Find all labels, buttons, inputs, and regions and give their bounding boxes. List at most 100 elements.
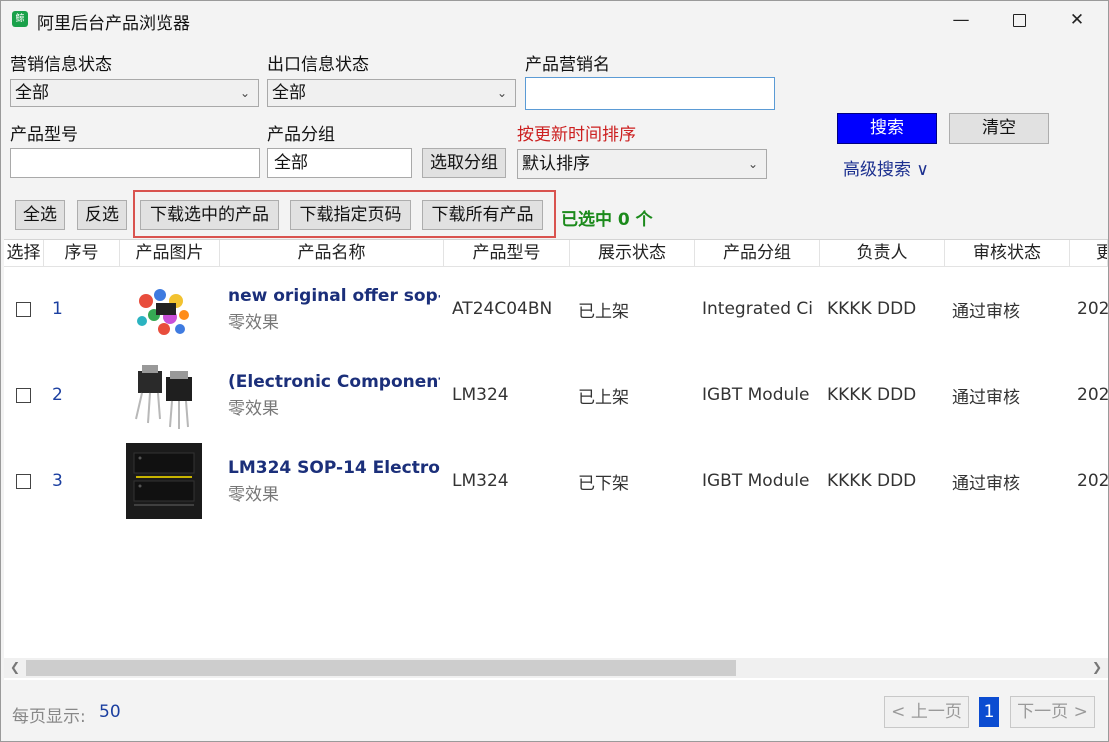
marketing-status-value: 全部	[15, 83, 49, 103]
product-table: 选择 序号 产品图片 产品名称 产品型号 展示状态 产品分组 负责人 审核状态 …	[4, 239, 1108, 680]
row-checkbox[interactable]	[16, 387, 31, 403]
maximize-icon	[1012, 13, 1026, 27]
next-page-button[interactable]: 下一页 >	[1010, 696, 1095, 728]
header-select[interactable]: 选择	[4, 240, 44, 266]
header-image[interactable]: 产品图片	[120, 240, 220, 266]
product-image	[126, 271, 202, 347]
advanced-search-link[interactable]: 高级搜索 ∨	[843, 155, 929, 180]
selected-count-text: 已选中 0 个	[561, 210, 653, 230]
row-index: 1	[52, 299, 63, 319]
product-subtitle: 零效果	[228, 484, 279, 505]
row-index: 2	[52, 385, 63, 405]
audit-status: 通过审核	[952, 387, 1020, 408]
app-window: 鲸 阿里后台产品浏览器 — ✕ 营销信息状态 全部 ⌄ 出口信息状态 全部 ⌄ …	[0, 0, 1109, 742]
header-name[interactable]: 产品名称	[220, 240, 444, 266]
title-bar: 鲸 阿里后台产品浏览器 — ✕	[1, 1, 1108, 39]
header-index[interactable]: 序号	[44, 240, 120, 266]
audit-status: 通过审核	[952, 473, 1020, 494]
close-icon: ✕	[1069, 10, 1085, 30]
chevron-down-icon: ⌄	[496, 86, 507, 100]
marketing-name-input[interactable]	[525, 77, 775, 110]
product-model: LM324	[452, 385, 509, 405]
display-status: 已下架	[578, 473, 629, 494]
chevron-down-icon: ⌄	[239, 86, 250, 100]
row-index: 3	[52, 471, 63, 491]
scroll-right-icon[interactable]: ❯	[1092, 660, 1102, 674]
row-checkbox[interactable]	[16, 473, 31, 489]
select-all-button[interactable]: 全选	[15, 200, 65, 230]
sort-select[interactable]: 默认排序 ⌄	[517, 149, 767, 179]
download-selected-button[interactable]: 下载选中的产品	[140, 200, 279, 230]
product-name[interactable]: (Electronic Component)	[228, 372, 440, 392]
display-status: 已上架	[578, 387, 629, 408]
product-name-cell: new original offer sop-8 零效果	[228, 266, 440, 352]
search-button[interactable]: 搜索	[837, 113, 937, 144]
header-updated[interactable]: 更	[1070, 240, 1108, 266]
prev-page-button[interactable]: < 上一页	[884, 696, 969, 728]
maximize-button[interactable]	[990, 1, 1048, 39]
header-audit[interactable]: 审核状态	[945, 240, 1070, 266]
scrollbar-thumb[interactable]	[26, 660, 736, 676]
minimize-button[interactable]: —	[932, 1, 990, 39]
row-checkbox-cell[interactable]	[16, 438, 36, 524]
marketing-status-select[interactable]: 全部 ⌄	[10, 79, 259, 107]
download-pages-button[interactable]: 下载指定页码	[290, 200, 411, 230]
window-title: 阿里后台产品浏览器	[37, 14, 190, 34]
current-page[interactable]: 1	[979, 697, 999, 727]
group-input[interactable]: 全部	[267, 148, 412, 178]
audit-status: 通过审核	[952, 301, 1020, 322]
product-group: Integrated Ci	[702, 299, 812, 319]
model-label: 产品型号	[10, 125, 78, 145]
close-button[interactable]: ✕	[1048, 1, 1106, 39]
product-image-cell	[126, 438, 206, 524]
header-owner[interactable]: 负责人	[820, 240, 945, 266]
product-group: IGBT Module	[702, 471, 810, 491]
product-name[interactable]: LM324 SOP-14 Electroni	[228, 458, 440, 478]
clear-button[interactable]: 清空	[949, 113, 1049, 144]
per-page-value[interactable]: 50	[99, 702, 121, 722]
horizontal-scrollbar[interactable]: ❮ ❯	[4, 658, 1108, 678]
product-image	[126, 443, 202, 519]
product-subtitle: 零效果	[228, 398, 279, 419]
product-model: AT24C04BN	[452, 299, 553, 319]
product-owner: KKKK DDD	[827, 299, 917, 319]
product-owner: KKKK DDD	[827, 385, 917, 405]
updated-time: 202	[1077, 471, 1108, 491]
minimize-icon: —	[952, 10, 970, 30]
product-name-cell: LM324 SOP-14 Electroni 零效果	[228, 438, 440, 524]
product-image	[126, 357, 202, 433]
invert-selection-button[interactable]: 反选	[77, 200, 127, 230]
table-row[interactable]: 1 new original offer sop-8 零效果 AT24C04BN…	[4, 266, 1108, 352]
product-group: IGBT Module	[702, 385, 810, 405]
download-all-button[interactable]: 下载所有产品	[422, 200, 543, 230]
header-model[interactable]: 产品型号	[444, 240, 570, 266]
product-name-cell: (Electronic Component) 零效果	[228, 352, 440, 438]
group-label: 产品分组	[267, 125, 335, 145]
chevron-down-icon: ⌄	[747, 157, 758, 171]
product-name[interactable]: new original offer sop-8	[228, 286, 440, 306]
table-row[interactable]: 3 LM324 SOP-14 Electroni 零效果 LM324 已下架 I…	[4, 438, 1108, 524]
export-status-value: 全部	[272, 83, 306, 103]
updated-time: 202	[1077, 299, 1108, 319]
row-checkbox[interactable]	[16, 301, 31, 317]
product-owner: KKKK DDD	[827, 471, 917, 491]
export-status-select[interactable]: 全部 ⌄	[267, 79, 516, 107]
row-checkbox-cell[interactable]	[16, 266, 36, 352]
header-display-status[interactable]: 展示状态	[570, 240, 695, 266]
row-checkbox-cell[interactable]	[16, 352, 36, 438]
model-input[interactable]	[10, 148, 260, 178]
display-status: 已上架	[578, 301, 629, 322]
select-group-button[interactable]: 选取分组	[422, 148, 506, 178]
product-image-cell	[126, 352, 206, 438]
product-image-cell	[126, 266, 206, 352]
product-subtitle: 零效果	[228, 312, 279, 333]
sort-value: 默认排序	[522, 154, 590, 174]
table-row[interactable]: 2 (Electronic Component) 零效果 LM324 已上架 I…	[4, 352, 1108, 438]
export-status-label: 出口信息状态	[267, 55, 369, 75]
marketing-name-label: 产品营销名	[525, 55, 610, 75]
app-icon: 鲸	[12, 11, 28, 27]
scroll-left-icon[interactable]: ❮	[10, 660, 20, 674]
sort-label: 按更新时间排序	[517, 125, 636, 145]
header-group[interactable]: 产品分组	[695, 240, 820, 266]
product-model: LM324	[452, 471, 509, 491]
